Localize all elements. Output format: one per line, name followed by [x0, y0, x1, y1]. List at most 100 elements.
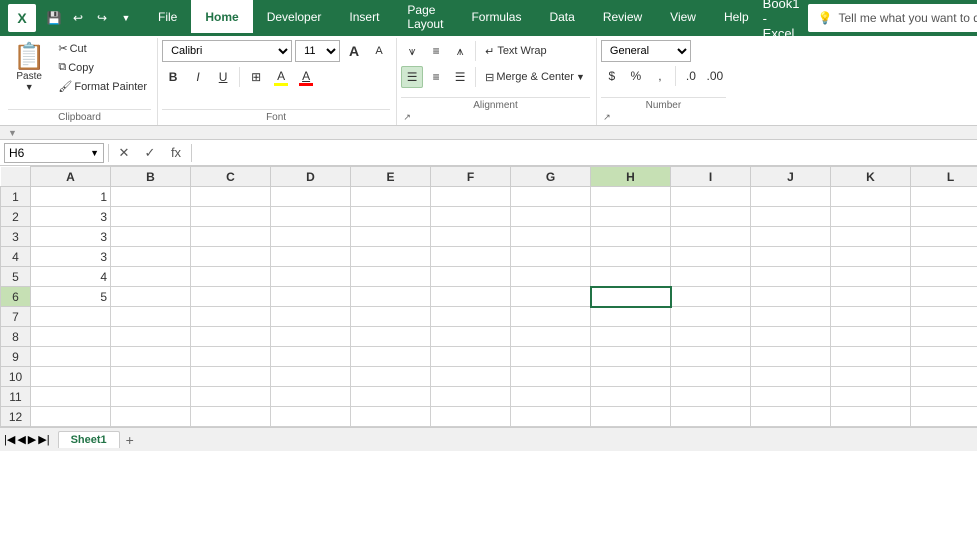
cell-f1[interactable]	[431, 187, 511, 207]
row-header-10[interactable]: 10	[1, 367, 31, 387]
font-name-select[interactable]: Calibri	[162, 40, 292, 62]
cell-h3[interactable]	[591, 227, 671, 247]
fill-color-button[interactable]: A	[270, 66, 292, 88]
cell-e6[interactable]	[351, 287, 431, 307]
cell-b5[interactable]	[111, 267, 191, 287]
paste-dropdown-arrow[interactable]: ▼	[25, 82, 34, 92]
tab-file[interactable]: File	[144, 0, 191, 36]
cell-j8[interactable]	[751, 327, 831, 347]
col-header-J[interactable]: J	[751, 167, 831, 187]
font-color-button[interactable]: A	[295, 66, 317, 88]
cell-i4[interactable]	[671, 247, 751, 267]
cell-l6[interactable]	[911, 287, 977, 307]
cell-b3[interactable]	[111, 227, 191, 247]
cell-l9[interactable]	[911, 347, 977, 367]
cell-i9[interactable]	[671, 347, 751, 367]
col-header-L[interactable]: L	[911, 167, 977, 187]
cell-e11[interactable]	[351, 387, 431, 407]
cell-h11[interactable]	[591, 387, 671, 407]
cell-e8[interactable]	[351, 327, 431, 347]
cell-e9[interactable]	[351, 347, 431, 367]
quick-redo-btn[interactable]: ↪	[92, 8, 112, 28]
cell-g6[interactable]	[511, 287, 591, 307]
underline-button[interactable]: U	[212, 66, 234, 88]
cell-h12[interactable]	[591, 407, 671, 427]
tab-help[interactable]: Help	[710, 0, 763, 36]
cell-j5[interactable]	[751, 267, 831, 287]
cell-c8[interactable]	[191, 327, 271, 347]
cell-c1[interactable]	[191, 187, 271, 207]
cell-a4[interactable]: 3	[31, 247, 111, 267]
cell-h8[interactable]	[591, 327, 671, 347]
cell-d5[interactable]	[271, 267, 351, 287]
col-header-K[interactable]: K	[831, 167, 911, 187]
cell-l3[interactable]	[911, 227, 977, 247]
tab-developer[interactable]: Developer	[253, 0, 336, 36]
cell-k4[interactable]	[831, 247, 911, 267]
cell-c10[interactable]	[191, 367, 271, 387]
cell-l4[interactable]	[911, 247, 977, 267]
row-header-5[interactable]: 5	[1, 267, 31, 287]
cell-f9[interactable]	[431, 347, 511, 367]
col-header-C[interactable]: C	[191, 167, 271, 187]
cell-j11[interactable]	[751, 387, 831, 407]
paste-button[interactable]: 📋 Paste ▼	[8, 40, 50, 95]
formula-cancel-btn[interactable]: ✕	[113, 143, 135, 163]
sheet-tab-sheet1[interactable]: Sheet1	[58, 431, 120, 448]
cell-j6[interactable]	[751, 287, 831, 307]
tab-view[interactable]: View	[656, 0, 710, 36]
align-middle-button[interactable]: ≡	[425, 40, 447, 62]
cell-d11[interactable]	[271, 387, 351, 407]
cell-d10[interactable]	[271, 367, 351, 387]
cell-h1[interactable]	[591, 187, 671, 207]
merge-arrow[interactable]: ▼	[576, 72, 585, 82]
cell-a12[interactable]	[31, 407, 111, 427]
cell-g1[interactable]	[511, 187, 591, 207]
cell-k1[interactable]	[831, 187, 911, 207]
col-header-D[interactable]: D	[271, 167, 351, 187]
cell-g7[interactable]	[511, 307, 591, 327]
cell-d1[interactable]	[271, 187, 351, 207]
cell-j3[interactable]	[751, 227, 831, 247]
align-center-button[interactable]: ≡	[425, 66, 447, 88]
cell-e10[interactable]	[351, 367, 431, 387]
decrease-decimal-button[interactable]: .00	[704, 65, 726, 87]
align-left-button[interactable]: ☰	[401, 66, 423, 88]
cell-ref-dropdown[interactable]: ▼	[90, 148, 99, 158]
add-sheet-btn[interactable]: +	[126, 432, 134, 448]
cell-a2[interactable]: 3	[31, 207, 111, 227]
cell-b7[interactable]	[111, 307, 191, 327]
cell-b11[interactable]	[111, 387, 191, 407]
cell-e1[interactable]	[351, 187, 431, 207]
cell-e12[interactable]	[351, 407, 431, 427]
cell-e4[interactable]	[351, 247, 431, 267]
row-header-2[interactable]: 2	[1, 207, 31, 227]
tab-insert[interactable]: Insert	[335, 0, 393, 36]
col-header-I[interactable]: I	[671, 167, 751, 187]
cell-g4[interactable]	[511, 247, 591, 267]
font-grow-button[interactable]: A	[343, 40, 365, 62]
tell-me-box[interactable]: 💡 Tell me what you want to do	[808, 4, 977, 32]
cell-k3[interactable]	[831, 227, 911, 247]
cell-i6[interactable]	[671, 287, 751, 307]
cell-g11[interactable]	[511, 387, 591, 407]
cell-a9[interactable]	[31, 347, 111, 367]
cell-g10[interactable]	[511, 367, 591, 387]
col-header-A[interactable]: A	[31, 167, 111, 187]
row-header-9[interactable]: 9	[1, 347, 31, 367]
quick-undo-btn[interactable]: ↩	[68, 8, 88, 28]
cell-a1[interactable]: 1	[31, 187, 111, 207]
cell-f4[interactable]	[431, 247, 511, 267]
cell-d8[interactable]	[271, 327, 351, 347]
cell-d4[interactable]	[271, 247, 351, 267]
cell-a3[interactable]: 3	[31, 227, 111, 247]
cell-i7[interactable]	[671, 307, 751, 327]
cell-k8[interactable]	[831, 327, 911, 347]
row-header-1[interactable]: 1	[1, 187, 31, 207]
row-header-7[interactable]: 7	[1, 307, 31, 327]
cell-k7[interactable]	[831, 307, 911, 327]
col-header-H[interactable]: H	[591, 167, 671, 187]
cell-i12[interactable]	[671, 407, 751, 427]
align-bottom-button[interactable]: ⩚	[449, 40, 471, 62]
cell-l5[interactable]	[911, 267, 977, 287]
